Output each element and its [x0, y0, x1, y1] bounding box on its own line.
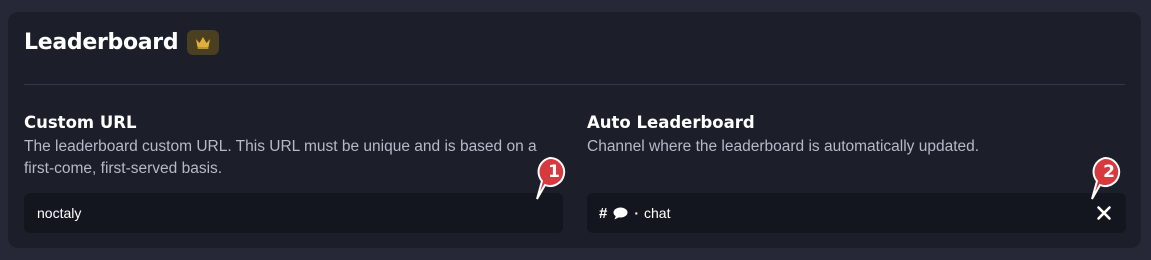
annotation-number-1: 1 [548, 162, 560, 182]
auto-leaderboard-label: Auto Leaderboard [587, 113, 755, 132]
custom-url-field[interactable] [24, 193, 563, 233]
auto-leaderboard-section: Auto Leaderboard Channel where the leade… [587, 112, 1126, 158]
crown-icon [196, 37, 211, 49]
custom-url-description: The leaderboard custom URL. This URL mus… [24, 138, 537, 177]
annotation-marker-2: 2 [1090, 156, 1126, 200]
custom-url-input[interactable] [37, 205, 537, 221]
channel-name: chat [644, 205, 671, 221]
page-title: Leaderboard [24, 30, 179, 55]
custom-url-label: Custom URL [24, 113, 137, 132]
leaderboard-card: Leaderboard Custom URL The leaderboard c… [8, 12, 1141, 248]
clear-channel-button[interactable] [1096, 205, 1112, 221]
channel-hash: # [599, 204, 608, 222]
auto-leaderboard-description: Channel where the leaderboard is automat… [587, 138, 980, 155]
card-header: Leaderboard [24, 30, 220, 55]
channel-select[interactable]: # · chat [587, 193, 1126, 233]
close-icon [1097, 206, 1111, 220]
annotation-marker-1: 1 [535, 156, 571, 200]
header-divider [24, 84, 1125, 85]
speech-bubble-icon [613, 207, 628, 220]
premium-badge [187, 30, 220, 55]
channel-separator: · [634, 205, 640, 221]
custom-url-section: Custom URL The leaderboard custom URL. T… [24, 112, 563, 180]
annotation-number-2: 2 [1103, 162, 1115, 182]
